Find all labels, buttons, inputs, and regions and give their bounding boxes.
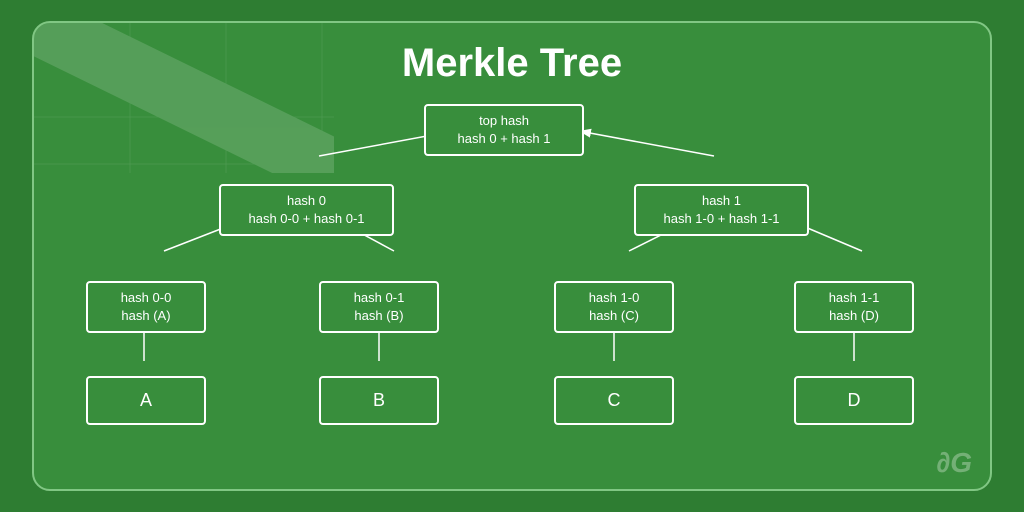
node-hash11: hash 1-1 hash (D) — [794, 281, 914, 333]
node-d: D — [794, 376, 914, 425]
node-hash1: hash 1 hash 1-0 + hash 1-1 — [634, 184, 809, 236]
node-hash10: hash 1-0 hash (C) — [554, 281, 674, 333]
node-c: C — [554, 376, 674, 425]
node-hash00: hash 0-0 hash (A) — [86, 281, 206, 333]
tree-diagram: top hash hash 0 + hash 1 hash 0 hash 0-0… — [34, 96, 990, 489]
main-container: Merkle Tree — [32, 21, 992, 491]
node-hash0: hash 0 hash 0-0 + hash 0-1 — [219, 184, 394, 236]
node-top-hash: top hash hash 0 + hash 1 — [424, 104, 584, 156]
node-hash01: hash 0-1 hash (B) — [319, 281, 439, 333]
node-a: A — [86, 376, 206, 425]
page-title: Merkle Tree — [402, 41, 622, 86]
node-b: B — [319, 376, 439, 425]
